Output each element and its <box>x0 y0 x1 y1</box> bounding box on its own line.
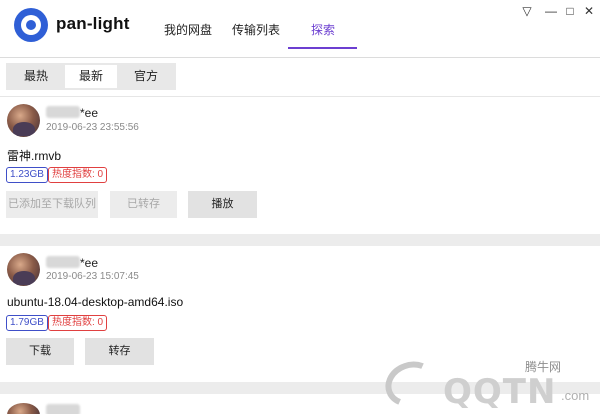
saved-button[interactable]: 已转存 <box>110 191 177 218</box>
close-icon[interactable]: ✕ <box>582 4 596 18</box>
avatar <box>7 403 40 414</box>
app-header: pan-light 我的网盘 传输列表 探索 ▽ — □ ✕ <box>0 0 600 58</box>
tab-explore[interactable]: 探索 <box>311 21 335 38</box>
username: *ee <box>80 106 99 120</box>
watermark-com: .com <box>561 388 590 403</box>
play-button[interactable]: 播放 <box>188 191 257 218</box>
post-time: 2019-06-23 23:55:56 <box>46 122 139 133</box>
filter-hottest[interactable]: 最热 <box>10 65 62 88</box>
size-badge: 1.23GB <box>6 167 48 183</box>
avatar <box>7 253 40 286</box>
card-separator <box>0 234 600 246</box>
app-logo-icon <box>14 8 48 42</box>
added-to-queue-button[interactable]: 已添加至下载队列 <box>6 191 98 218</box>
tab-my-disk[interactable]: 我的网盘 <box>164 21 212 38</box>
avatar <box>7 104 40 137</box>
save-to-disk-button[interactable]: 转存 <box>85 338 154 365</box>
watermark-text: QQTN <box>443 372 557 412</box>
filter-group: 最热 最新 官方 <box>6 63 176 90</box>
file-name: ubuntu-18.04-desktop-amd64.iso <box>7 295 184 309</box>
file-name: 雷神.rmvb <box>7 149 62 163</box>
username: *ee <box>80 256 99 270</box>
watermark-cn: 腾牛网 <box>525 360 562 374</box>
filter-bar: 最热 最新 官方 <box>0 59 600 97</box>
filter-newest[interactable]: 最新 <box>65 65 117 88</box>
blurred-username <box>46 256 80 268</box>
post-time: 2019-06-23 15:07:45 <box>46 271 139 282</box>
watermark-logo: QQTN 腾牛网 .com <box>379 354 600 414</box>
filter-official[interactable]: 官方 <box>120 65 172 88</box>
heat-badge: 热度指数: 0 <box>48 315 108 331</box>
active-tab-indicator <box>288 47 357 49</box>
tab-transfers[interactable]: 传输列表 <box>232 21 280 38</box>
heat-badge: 热度指数: 0 <box>48 167 108 183</box>
blurred-username <box>46 106 80 118</box>
blurred-username <box>46 404 80 414</box>
size-badge: 1.79GB <box>6 315 48 331</box>
app-brand: pan-light <box>56 14 130 33</box>
minimize-icon[interactable]: — <box>544 4 558 18</box>
menu-dropdown-icon[interactable]: ▽ <box>520 4 534 18</box>
watermark-swoosh-icon <box>379 354 443 414</box>
download-button[interactable]: 下载 <box>6 338 74 365</box>
post-card: *ee 2019-06-23 23:55:56 雷神.rmvb 1.23GB 热… <box>0 98 600 234</box>
maximize-icon[interactable]: □ <box>563 4 577 18</box>
